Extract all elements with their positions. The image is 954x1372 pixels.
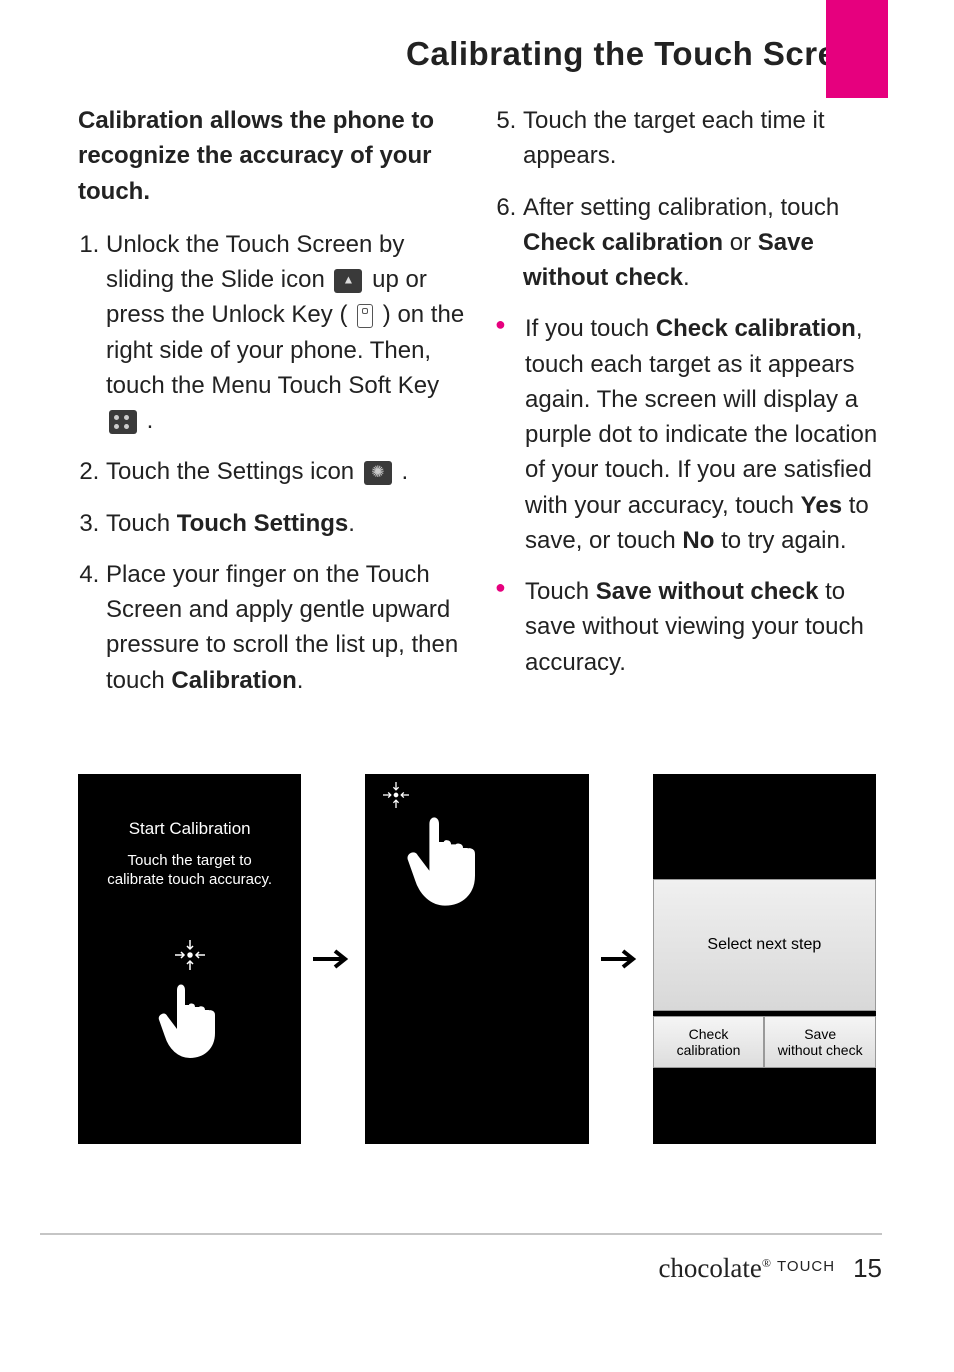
brand-logo: chocolate® [658, 1253, 771, 1284]
step-4: Place your finger on the Touch Screen an… [106, 557, 465, 698]
dialog-buttons: Check calibration Save without check [653, 1016, 876, 1068]
unlock-key-icon [357, 304, 373, 328]
text: Touch [525, 578, 596, 605]
hand-pointer-icon [390, 794, 500, 914]
content-columns: Calibration allows the phone to recogniz… [0, 103, 954, 714]
diagram-row: Start Calibration Touch the target to ca… [78, 774, 876, 1144]
text: Touch [106, 510, 177, 537]
text: . [348, 510, 355, 537]
brand-text: chocolate [658, 1253, 761, 1283]
phone-screen-2 [365, 774, 588, 1144]
steps-list-left: Unlock the Touch Screen by sliding the S… [78, 227, 465, 698]
text: . [140, 407, 153, 434]
text: Touch the Settings icon [106, 458, 361, 485]
step-2: Touch the Settings icon . [106, 454, 465, 489]
bold: Touch Settings [177, 510, 349, 537]
left-column: Calibration allows the phone to recogniz… [78, 103, 465, 714]
bold: Calibration [171, 667, 296, 694]
phone-screen-1: Start Calibration Touch the target to ca… [78, 774, 301, 1144]
bold: Yes [801, 492, 842, 519]
dialog-select-next-step: Select next step [653, 879, 876, 1011]
step-1: Unlock the Touch Screen by sliding the S… [106, 227, 465, 439]
accent-tab [826, 0, 888, 98]
page-footer: chocolate® TOUCH 15 [40, 1233, 882, 1284]
brand-subtext: TOUCH [777, 1258, 835, 1275]
text: or [723, 229, 758, 256]
bold: Check calibration [523, 229, 723, 256]
hand-pointer-icon [145, 965, 235, 1065]
text: After setting calibration, touch [523, 194, 839, 221]
text: If you touch [525, 315, 656, 342]
phone-screen-3: Select next step Check calibration Save … [653, 774, 876, 1144]
bold: No [682, 527, 714, 554]
text: , touch each target as it appears again.… [525, 315, 877, 518]
menu-softkey-icon [109, 410, 137, 434]
text: . [395, 458, 408, 485]
phone1-subtitle: Touch the target to calibrate touch accu… [78, 851, 301, 890]
page-number: 15 [853, 1253, 882, 1284]
bullet-1: If you touch Check calibration, touch ea… [495, 311, 882, 558]
step-3: Touch Touch Settings. [106, 506, 465, 541]
steps-list-right: Touch the target each time it appears. A… [495, 103, 882, 295]
text: to try again. [714, 527, 846, 554]
page-title: Calibrating the Touch Screen [0, 0, 954, 103]
bullet-2: Touch Save without check to save without… [495, 574, 882, 680]
bold: Save without check [596, 578, 819, 605]
settings-icon [364, 461, 392, 485]
text: . [683, 264, 690, 291]
bold: Check calibration [656, 315, 856, 342]
text: . [297, 667, 304, 694]
intro-text: Calibration allows the phone to recogniz… [78, 103, 465, 209]
step-6: After setting calibration, touch Check c… [523, 190, 882, 296]
save-without-check-button[interactable]: Save without check [764, 1016, 876, 1068]
right-column: Touch the target each time it appears. A… [495, 103, 882, 714]
step-5: Touch the target each time it appears. [523, 103, 882, 174]
check-calibration-button[interactable]: Check calibration [653, 1016, 765, 1068]
arrow-icon [313, 944, 353, 974]
bullet-list: If you touch Check calibration, touch ea… [495, 311, 882, 680]
arrow-icon [601, 944, 641, 974]
phone1-title: Start Calibration [78, 774, 301, 839]
registered-icon: ® [762, 1256, 771, 1270]
slide-icon [334, 269, 362, 293]
